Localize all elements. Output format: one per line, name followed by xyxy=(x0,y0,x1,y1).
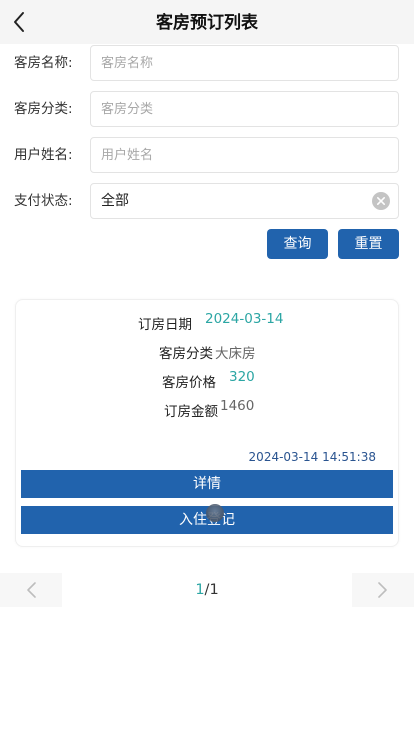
payment-status-row: 支付状态: 全部 xyxy=(0,183,414,219)
detail-button[interactable]: 详情 xyxy=(21,470,393,498)
payment-status-value: 全部 xyxy=(101,193,129,209)
room-name-label: 客房名称: xyxy=(14,55,73,71)
reset-button[interactable]: 重置 xyxy=(338,229,399,259)
top-nav-bar: 客房预订列表 xyxy=(0,0,414,44)
room-name-row: 客房名称: xyxy=(0,45,414,81)
query-button[interactable]: 查询 xyxy=(267,229,328,259)
total-pages: 1 xyxy=(209,582,219,598)
payment-status-label: 支付状态: xyxy=(14,193,73,209)
booking-amount-value: 1460 xyxy=(220,398,255,414)
next-page-button[interactable] xyxy=(352,573,414,607)
user-name-row: 用户姓名: xyxy=(0,137,414,173)
chevron-right-icon xyxy=(378,582,387,598)
room-category-row: 客房分类: xyxy=(0,91,414,127)
payment-status-select[interactable]: 全部 xyxy=(90,183,399,219)
room-category-detail-value: 大床房 xyxy=(215,346,256,362)
loading-indicator xyxy=(206,504,224,522)
clear-circle-icon[interactable] xyxy=(372,192,390,210)
booking-date-label: 订房日期 xyxy=(138,317,192,333)
room-price-label: 客房价格 xyxy=(162,375,216,391)
room-price-value: 320 xyxy=(229,369,255,385)
user-name-input[interactable] xyxy=(90,137,399,173)
page-title: 客房预订列表 xyxy=(156,13,258,33)
room-category-input[interactable] xyxy=(90,91,399,127)
room-name-input[interactable] xyxy=(90,45,399,81)
created-timestamp: 2024-03-14 14:51:38 xyxy=(248,450,376,464)
current-page: 1 xyxy=(195,582,205,598)
room-category-label: 客房分类: xyxy=(14,101,73,117)
user-name-label: 用户姓名: xyxy=(14,147,73,163)
booking-amount-label: 订房金额 xyxy=(164,404,218,420)
booking-date-value: 2024-03-14 xyxy=(205,311,284,327)
room-category-detail-label: 客房分类 xyxy=(159,346,213,362)
